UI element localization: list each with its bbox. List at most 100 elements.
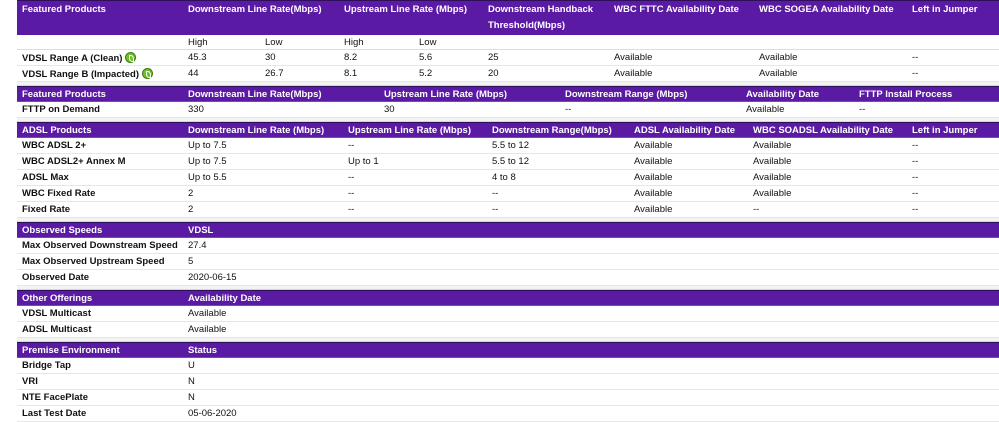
header-jumper: Left in Jumper [912, 4, 978, 15]
premise-header: Premise Environment Status [17, 342, 999, 358]
up-high: 8.2 [344, 52, 358, 63]
range: -- [492, 188, 499, 199]
down-high: 44 [188, 68, 199, 79]
fttc-date: Available [614, 68, 653, 79]
handback: 20 [488, 68, 499, 79]
header-install: FTTP Install Process [859, 88, 953, 100]
up-rate: -- [348, 204, 355, 215]
header-availability: ADSL Availability Date [634, 124, 736, 136]
header-upstream: Upstream Line Rate (Mbps) [384, 88, 507, 100]
product-name: FTTP on Demand [22, 104, 100, 115]
table-row: VDSL Range A (Clean) 45.3 30 8.2 5.6 25 … [17, 50, 999, 66]
row-value: N [188, 392, 195, 403]
fttp-header: Featured Products Downstream Line Rate(M… [17, 86, 999, 102]
sub-low-down: Low [265, 36, 283, 48]
soadsl: Available [753, 140, 792, 151]
product-name: WBC ADSL 2+ [22, 140, 87, 151]
header-availability: Availability Date [746, 88, 820, 100]
down-low: 30 [265, 52, 276, 63]
table-row: Bridge Tap U [17, 358, 999, 374]
observed-speeds-table: Observed Speeds VDSL Max Observed Downst… [17, 222, 999, 286]
availability: Available [634, 188, 673, 199]
header-jumper: Left in Jumper [912, 124, 978, 136]
row-value: Available [188, 324, 227, 335]
vdsl-table: Featured Products Downstream Line Rate(M… [17, 0, 999, 82]
handback: 25 [488, 52, 499, 63]
row-label: NTE FacePlate [22, 392, 88, 403]
product-name: VDSL Range A (Clean) [22, 52, 123, 64]
other-header: Other Offerings Availability Date [17, 290, 999, 306]
row-label: VRI [22, 376, 38, 387]
header-vdsl: VDSL [188, 224, 214, 236]
row-label: Observed Date [22, 272, 90, 283]
install-process: -- [859, 104, 866, 115]
header-handback-2: Threshold(Mbps) [488, 20, 566, 31]
availability: Available [634, 204, 673, 215]
jumper: -- [912, 52, 919, 63]
table-row: VRI N [17, 374, 999, 390]
sub-high-up: High [344, 36, 364, 48]
range: 5.5 to 12 [492, 140, 529, 151]
availability: Available [634, 140, 673, 151]
jumper: -- [912, 204, 919, 215]
up-low: 5.2 [419, 68, 433, 79]
row-label: Max Observed Downstream Speed [22, 240, 178, 251]
header-availability: Availability Date [188, 292, 262, 304]
product-name: WBC ADSL2+ Annex M [22, 156, 126, 167]
other-offerings-table: Other Offerings Availability Date VDSL M… [17, 290, 999, 338]
down-low: 26.7 [265, 68, 284, 79]
vdsl-subheader: High Low High Low [17, 35, 999, 50]
range: 5.5 to 12 [492, 156, 529, 167]
header-sogea: WBC SOGEA Availability Date [759, 4, 894, 15]
row-value: 05-06-2020 [188, 408, 237, 419]
soadsl: Available [753, 156, 792, 167]
header-upstream: Upstream Line Rate (Mbps) [348, 124, 471, 136]
header-range: Downstream Range (Mbps) [565, 88, 688, 100]
range: -- [492, 204, 499, 215]
jumper: -- [912, 172, 919, 183]
range: 4 to 8 [492, 172, 516, 183]
product-name: VDSL Range B (Impacted) [22, 68, 140, 80]
soadsl: -- [753, 204, 760, 215]
row-value: 27.4 [188, 240, 207, 251]
down-rate: Up to 5.5 [188, 172, 227, 183]
header-status: Status [188, 344, 218, 356]
table-row: ADSL Multicast Available [17, 322, 999, 338]
range: -- [565, 104, 572, 115]
leaf-check-icon[interactable] [125, 51, 137, 63]
table-row: WBC ADSL 2+ Up to 7.5 -- 5.5 to 12 Avail… [17, 138, 999, 154]
availability: Available [746, 104, 785, 115]
header-other-offerings: Other Offerings [22, 292, 93, 304]
up-rate: 30 [384, 104, 395, 115]
header-adsl-products: ADSL Products [22, 124, 92, 136]
row-value: Available [188, 308, 227, 319]
adsl-header: ADSL Products Downstream Line Rate (Mbps… [17, 122, 999, 138]
leaf-check-icon[interactable] [142, 67, 154, 79]
down-rate: 330 [188, 104, 204, 115]
header-soadsl: WBC SOADSL Availability Date [753, 124, 894, 136]
sub-low-up: Low [419, 36, 437, 48]
soadsl: Available [753, 172, 792, 183]
up-rate: -- [348, 188, 355, 199]
header-upstream: Upstream Line Rate (Mbps) [344, 4, 467, 15]
header-featured-products: Featured Products [22, 4, 106, 15]
table-row: NTE FacePlate N [17, 390, 999, 406]
jumper: -- [912, 188, 919, 199]
row-label: Bridge Tap [22, 360, 71, 371]
availability: Available [634, 172, 673, 183]
header-downstream: Downstream Line Rate(Mbps) [188, 88, 322, 100]
adsl-table: ADSL Products Downstream Line Rate (Mbps… [17, 122, 999, 218]
row-label: VDSL Multicast [22, 308, 91, 319]
table-row: WBC Fixed Rate 2 -- -- Available Availab… [17, 186, 999, 202]
availability: Available [634, 156, 673, 167]
table-row: Max Observed Upstream Speed 5 [17, 254, 999, 270]
row-value: 5 [188, 256, 194, 267]
row-label: ADSL Multicast [22, 324, 92, 335]
table-row: Max Observed Downstream Speed 27.4 [17, 238, 999, 254]
header-premise-environment: Premise Environment [22, 344, 120, 356]
header-downstream: Downstream Line Rate (Mbps) [188, 124, 325, 136]
soadsl: Available [753, 188, 792, 199]
down-rate: Up to 7.5 [188, 140, 227, 151]
down-high: 45.3 [188, 52, 207, 63]
fttp-table: Featured Products Downstream Line Rate(M… [17, 86, 999, 118]
